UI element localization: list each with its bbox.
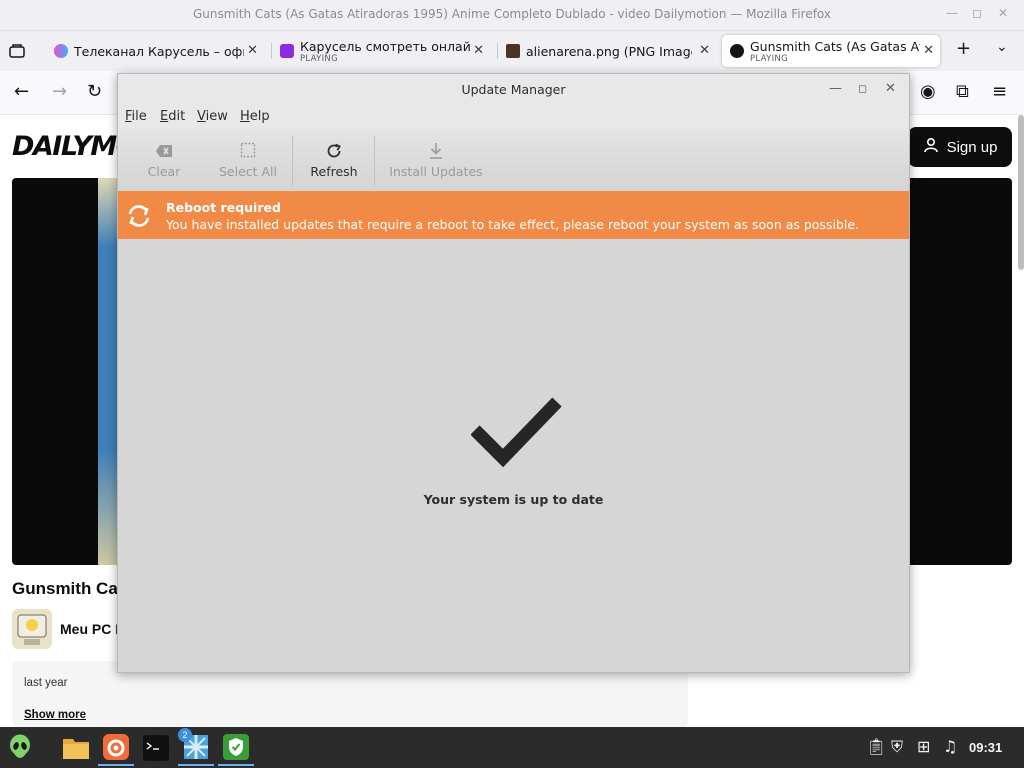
tab-overview-button[interactable] bbox=[8, 35, 34, 67]
clipboard-icon[interactable]: 📋︎ bbox=[866, 737, 886, 756]
tab-gunsmith-cats[interactable]: Gunsmith Cats (As Gatas Ati PLAYING ✕ bbox=[722, 35, 940, 67]
account-icon[interactable]: ◉ bbox=[920, 81, 936, 102]
close-tab-icon[interactable]: ✕ bbox=[699, 43, 710, 58]
page-scrollbar[interactable] bbox=[1018, 115, 1024, 270]
firefox-titlebar: Gunsmith Cats (As Gatas Atiradoras 1995)… bbox=[0, 0, 1024, 31]
karusel-favicon-icon bbox=[54, 44, 68, 58]
close-icon[interactable]: ✕ bbox=[998, 6, 1008, 20]
reload-icon[interactable]: ↻ bbox=[87, 81, 102, 102]
sign-up-button[interactable]: Sign up bbox=[908, 127, 1012, 167]
menu-edit[interactable]: Edit bbox=[160, 109, 185, 124]
download-icon bbox=[428, 142, 444, 164]
channel-avatar[interactable] bbox=[12, 609, 52, 649]
image-favicon-icon bbox=[506, 44, 520, 58]
refresh-icon bbox=[325, 142, 343, 164]
mintupdate-taskbar-button[interactable]: 2 bbox=[178, 728, 214, 766]
close-tab-icon[interactable]: ✕ bbox=[247, 43, 258, 58]
select-all-label: Select All bbox=[218, 163, 278, 179]
up-to-date-status: Your system is up to date bbox=[423, 492, 604, 507]
user-icon bbox=[923, 137, 939, 157]
minimize-icon[interactable]: — bbox=[829, 81, 842, 96]
banner-title: Reboot required bbox=[166, 200, 281, 215]
window-title: Gunsmith Cats (As Gatas Atiradoras 1995)… bbox=[192, 7, 831, 21]
notification-badge: 2 bbox=[178, 728, 192, 742]
wifi-favicon-icon bbox=[280, 44, 294, 58]
firefox-taskbar-button[interactable] bbox=[98, 730, 134, 766]
menu-icon[interactable]: ≡ bbox=[992, 81, 1007, 102]
channel-name[interactable]: Meu PC D bbox=[60, 621, 125, 637]
refresh-button[interactable]: Refresh bbox=[302, 134, 366, 186]
close-tab-icon[interactable]: ✕ bbox=[923, 43, 934, 58]
dailymotion-favicon-icon bbox=[730, 44, 744, 58]
tab-karusel-watch[interactable]: Карусель смотреть онлайн PLAYING ✕ bbox=[280, 35, 490, 67]
update-manager-title: Update Manager bbox=[461, 82, 566, 97]
tab-label: Карусель смотреть онлайн bbox=[300, 38, 470, 54]
file-manager-button[interactable] bbox=[58, 730, 94, 766]
update-manager-window: Update Manager — ◻ ✕ File Edit View Help… bbox=[117, 73, 910, 673]
tab-karusel-channel[interactable]: Телеканал Карусель – офи ✕ bbox=[54, 35, 264, 67]
menu-file[interactable]: File bbox=[125, 109, 147, 124]
taskbar: 2 📋︎ ⛨ ⊞ ♫ 09:31 bbox=[0, 727, 1024, 768]
tab-status: PLAYING bbox=[750, 53, 788, 64]
banner-message: You have installed updates that require … bbox=[166, 217, 860, 232]
tab-alienarena-png[interactable]: alienarena.png (PNG Image, ✕ bbox=[506, 35, 716, 67]
video-title: Gunsmith Ca bbox=[12, 579, 118, 598]
tab-overview-icon bbox=[9, 44, 25, 58]
close-icon[interactable]: ✕ bbox=[885, 81, 896, 96]
tab-bar: Телеканал Карусель – офи ✕ Карусель смот… bbox=[0, 31, 1024, 71]
clear-label: Clear bbox=[147, 163, 181, 179]
tab-label: Телеканал Карусель – офи bbox=[74, 43, 244, 59]
alien-menu-icon bbox=[10, 734, 30, 758]
tab-status: PLAYING bbox=[300, 53, 338, 64]
forward-icon[interactable]: → bbox=[52, 81, 67, 102]
tab-label: Gunsmith Cats (As Gatas Ati bbox=[750, 38, 920, 54]
clear-icon bbox=[155, 142, 173, 164]
clear-button[interactable]: Clear bbox=[136, 134, 192, 186]
video-frame bbox=[98, 178, 118, 565]
reboot-required-banner: Reboot required You have installed updat… bbox=[118, 191, 909, 239]
sound-icon[interactable]: ♫ bbox=[943, 737, 957, 756]
terminal-button[interactable] bbox=[138, 730, 174, 766]
firefox-icon bbox=[103, 734, 129, 760]
network-icon[interactable]: ⊞ bbox=[917, 737, 930, 756]
menu-bar: File Edit View Help bbox=[118, 104, 909, 130]
back-icon[interactable]: ← bbox=[14, 81, 29, 102]
tab-label: alienarena.png (PNG Image, bbox=[526, 43, 692, 59]
folder-icon bbox=[63, 739, 89, 759]
update-manager-titlebar[interactable]: Update Manager — ◻ ✕ bbox=[118, 74, 909, 104]
sign-up-label: Sign up bbox=[946, 138, 998, 156]
shield-icon bbox=[223, 734, 249, 760]
update-manager-taskbar-button[interactable] bbox=[218, 730, 254, 766]
start-menu-button[interactable] bbox=[2, 730, 38, 766]
refresh-label: Refresh bbox=[310, 163, 358, 179]
show-more-link[interactable]: Show more bbox=[24, 709, 86, 721]
reboot-icon bbox=[126, 203, 152, 233]
upload-date: last year bbox=[24, 677, 68, 689]
maximize-icon[interactable]: ◻ bbox=[972, 6, 982, 20]
update-list-area: Your system is up to date bbox=[118, 239, 909, 672]
select-all-icon bbox=[240, 142, 256, 164]
clock[interactable]: 09:31 bbox=[969, 740, 1002, 755]
menu-view[interactable]: View bbox=[197, 109, 228, 124]
list-tabs-icon[interactable]: ⌄ bbox=[996, 39, 1008, 55]
minimize-icon[interactable]: — bbox=[946, 6, 958, 20]
new-tab-icon[interactable]: + bbox=[956, 38, 971, 59]
menu-help[interactable]: Help bbox=[240, 109, 270, 124]
extensions-icon[interactable]: ⧉ bbox=[956, 81, 969, 102]
install-updates-button[interactable]: Install Updates bbox=[386, 134, 486, 186]
toolbar: Clear Select All Refresh Install Updates bbox=[118, 130, 909, 190]
checkmark-icon bbox=[471, 397, 562, 468]
select-all-button[interactable]: Select All bbox=[212, 134, 284, 186]
terminal-icon bbox=[143, 735, 169, 761]
shield-tray-icon[interactable]: ⛨ bbox=[891, 737, 903, 757]
install-updates-label: Install Updates bbox=[389, 163, 483, 179]
maximize-icon[interactable]: ◻ bbox=[858, 82, 867, 95]
close-tab-icon[interactable]: ✕ bbox=[473, 43, 484, 58]
